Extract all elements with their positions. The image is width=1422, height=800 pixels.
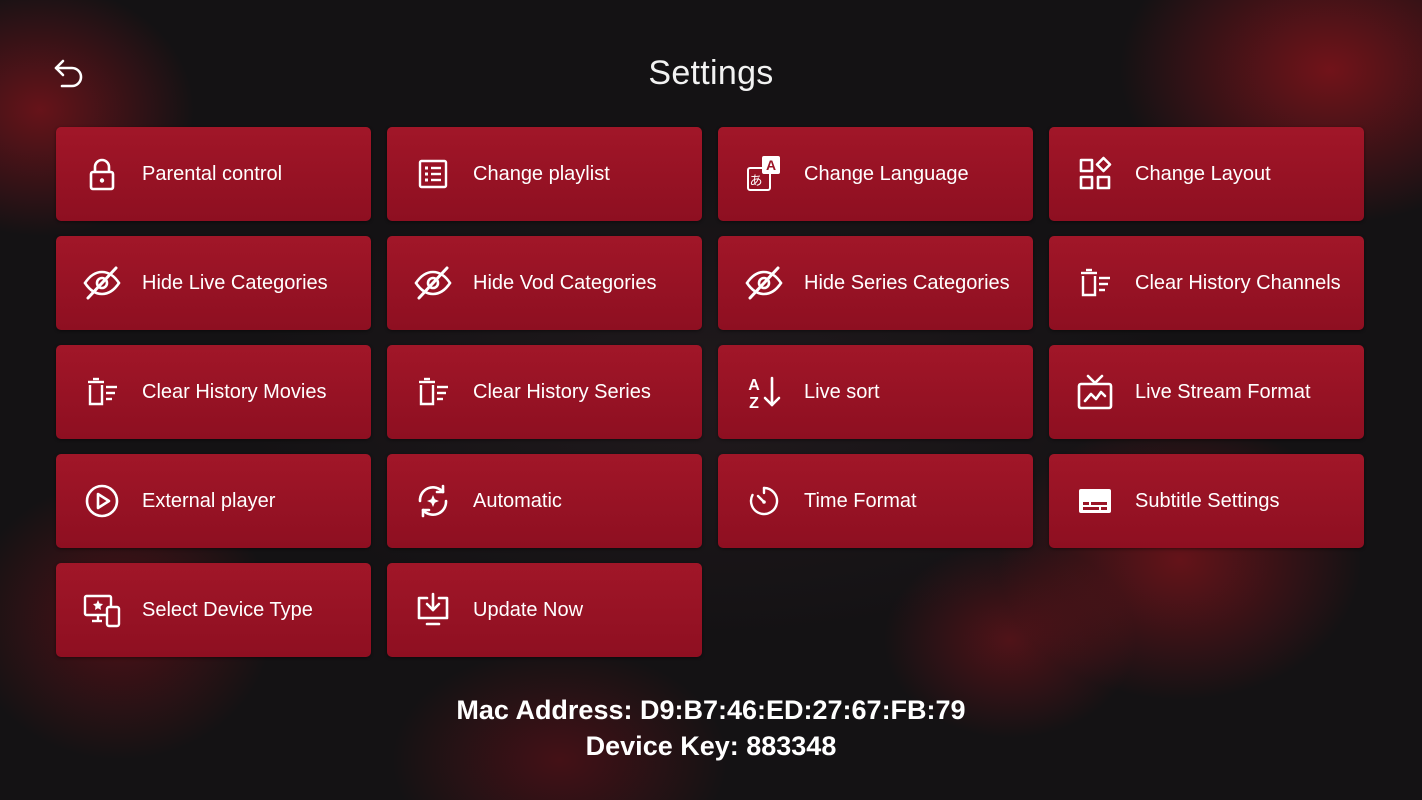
- tile-label: Hide Live Categories: [142, 271, 328, 294]
- tile-label: Change Language: [804, 162, 969, 185]
- parental-control-tile[interactable]: Parental control: [56, 127, 371, 221]
- tile-label: Change Layout: [1135, 162, 1271, 185]
- change-playlist-tile[interactable]: Change playlist: [387, 127, 702, 221]
- clear-history-channels-tile[interactable]: Clear History Channels: [1049, 236, 1364, 330]
- translate-icon: A あ: [744, 154, 784, 194]
- layout-icon: [1075, 154, 1115, 194]
- tile-label: Update Now: [473, 598, 584, 621]
- sort-az-icon: A Z: [744, 372, 784, 412]
- tile-label: Live Stream Format: [1135, 380, 1311, 403]
- tile-label: Time Format: [804, 489, 917, 512]
- delete-list-icon: [413, 372, 453, 412]
- mac-address: Mac Address: D9:B7:46:ED:27:67:FB:79: [456, 695, 966, 725]
- device-key: Device Key: 883348: [585, 731, 837, 761]
- tile-label: Live sort: [804, 380, 880, 403]
- svg-text:Z: Z: [749, 395, 759, 412]
- clear-history-series-tile[interactable]: Clear History Series: [387, 345, 702, 439]
- hide-vod-categories-tile[interactable]: Hide Vod Categories: [387, 236, 702, 330]
- tile-label: Select Device Type: [142, 598, 313, 621]
- tile-label: Hide Series Categories: [804, 271, 1010, 294]
- tile-label: Clear History Movies: [142, 380, 327, 403]
- delete-list-icon: [1075, 263, 1115, 303]
- delete-list-icon: [82, 372, 122, 412]
- eye-off-icon: [413, 263, 453, 303]
- automatic-tile[interactable]: Automatic: [387, 454, 702, 548]
- tile-label: Change playlist: [473, 162, 610, 185]
- live-sort-tile[interactable]: A Z Live sort: [718, 345, 1033, 439]
- external-player-tile[interactable]: External player: [56, 454, 371, 548]
- tile-label: Subtitle Settings: [1135, 489, 1280, 512]
- change-layout-tile[interactable]: Change Layout: [1049, 127, 1364, 221]
- select-device-type-tile[interactable]: Select Device Type: [56, 563, 371, 657]
- refresh-icon: [413, 481, 453, 521]
- tile-label: Hide Vod Categories: [473, 271, 657, 294]
- play-circle-icon: [82, 481, 122, 521]
- tile-label: Automatic: [473, 489, 562, 512]
- settings-grid: Parental control Change playlist A あ Cha…: [56, 127, 1365, 657]
- hide-live-categories-tile[interactable]: Hide Live Categories: [56, 236, 371, 330]
- tile-label: External player: [142, 489, 276, 512]
- subtitle-settings-tile[interactable]: Subtitle Settings: [1049, 454, 1364, 548]
- svg-text:A: A: [748, 377, 760, 394]
- tv-icon: [1075, 372, 1115, 412]
- timer-icon: [744, 481, 784, 521]
- list-icon: [413, 154, 453, 194]
- tile-label: Clear History Channels: [1135, 271, 1341, 294]
- lock-icon: [82, 154, 122, 194]
- tile-label: Clear History Series: [473, 380, 651, 403]
- devices-icon: [82, 590, 122, 630]
- svg-text:A: A: [766, 157, 776, 173]
- svg-text:あ: あ: [749, 174, 762, 189]
- clear-history-movies-tile[interactable]: Clear History Movies: [56, 345, 371, 439]
- change-language-tile[interactable]: A あ Change Language: [718, 127, 1033, 221]
- live-stream-format-tile[interactable]: Live Stream Format: [1049, 345, 1364, 439]
- tile-label: Parental control: [142, 162, 283, 185]
- update-now-tile[interactable]: Update Now: [387, 563, 702, 657]
- subtitles-icon: [1075, 481, 1115, 521]
- device-info: Mac Address: D9:B7:46:ED:27:67:FB:79 Dev…: [0, 692, 1422, 764]
- download-icon: [413, 590, 453, 630]
- time-format-tile[interactable]: Time Format: [718, 454, 1033, 548]
- eye-off-icon: [82, 263, 122, 303]
- eye-off-icon: [744, 263, 784, 303]
- page-title: Settings: [648, 54, 774, 92]
- hide-series-categories-tile[interactable]: Hide Series Categories: [718, 236, 1033, 330]
